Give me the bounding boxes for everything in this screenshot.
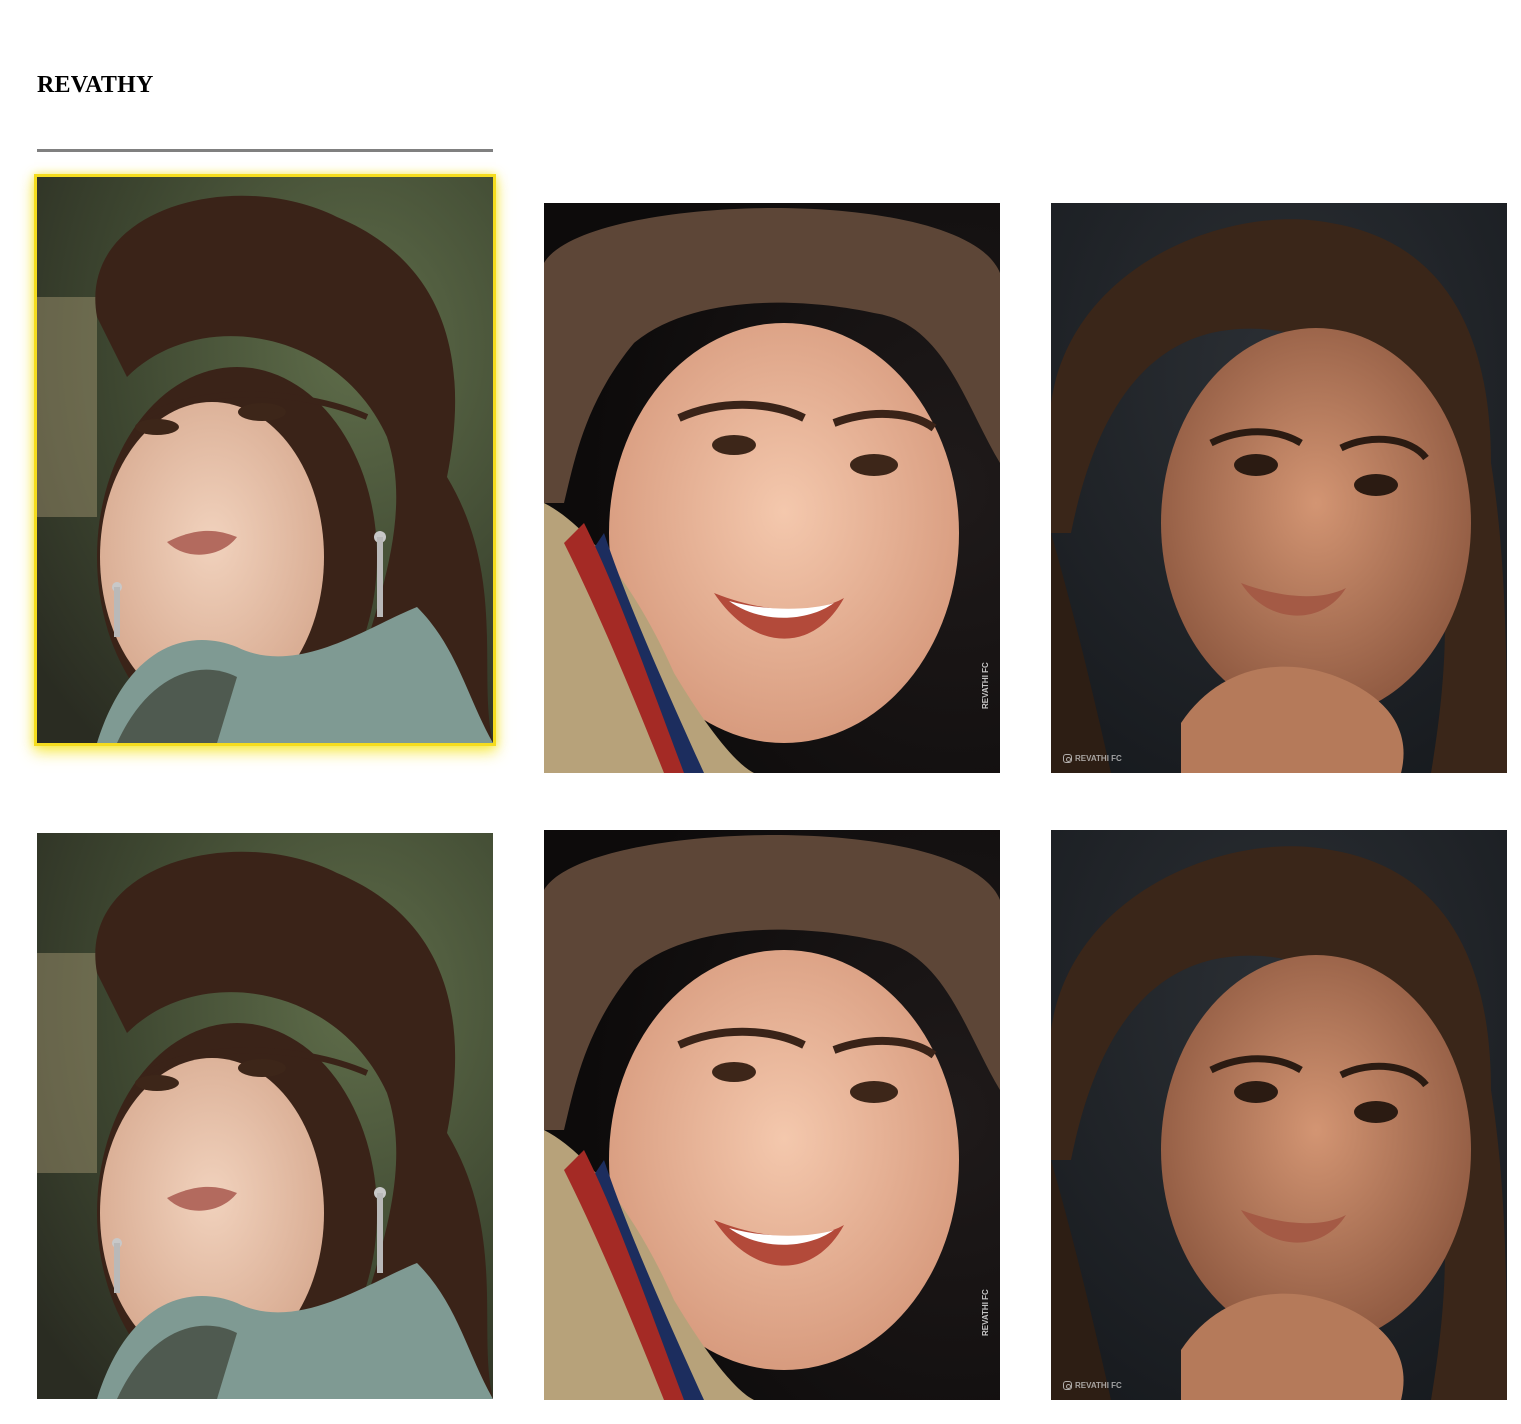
- title-divider: [37, 149, 493, 152]
- gallery-photo-1[interactable]: [34, 174, 496, 746]
- portrait-image: [37, 833, 493, 1399]
- instagram-icon: [1063, 1381, 1072, 1390]
- portrait-image: [544, 203, 1000, 773]
- watermark-text: REVATHI FC: [1075, 754, 1122, 763]
- gallery-photo-6[interactable]: REVATHI FC: [1051, 830, 1507, 1400]
- watermark-text: REVATHI FC: [981, 1289, 990, 1336]
- portrait-image: [37, 177, 493, 743]
- gallery-photo-2[interactable]: REVATHI FC: [544, 203, 1000, 773]
- gallery-photo-3[interactable]: REVATHI FC: [1051, 203, 1507, 773]
- page-title: REVATHY: [37, 72, 154, 98]
- gallery-photo-5[interactable]: REVATHI FC: [544, 830, 1000, 1400]
- gallery-photo-4[interactable]: [37, 833, 493, 1399]
- watermark-text: REVATHI FC: [981, 662, 990, 709]
- instagram-icon: [1063, 754, 1072, 763]
- watermark: REVATHI FC: [1063, 754, 1122, 763]
- watermark-text: REVATHI FC: [1075, 1381, 1122, 1390]
- portrait-image: [544, 830, 1000, 1400]
- portrait-image: [1051, 830, 1507, 1400]
- watermark: REVATHI FC: [1063, 1381, 1122, 1390]
- portrait-image: [1051, 203, 1507, 773]
